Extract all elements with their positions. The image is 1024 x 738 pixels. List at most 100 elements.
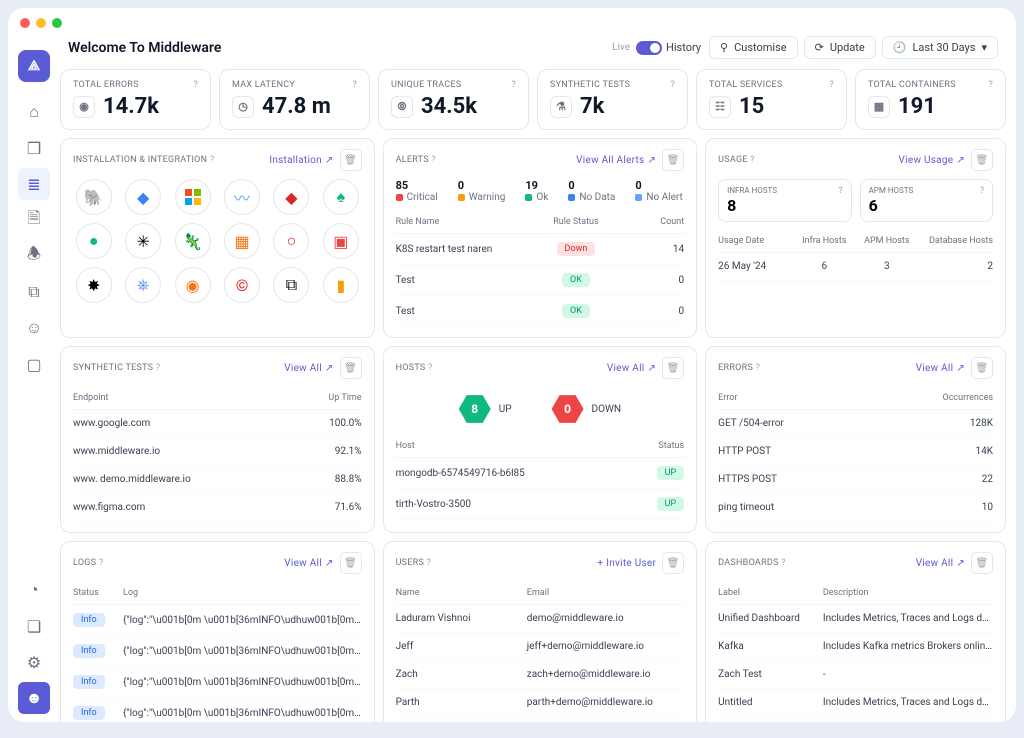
delete-button[interactable]: 🗑 — [662, 149, 684, 171]
table-row[interactable]: HTTP POST14K — [718, 438, 993, 466]
info-icon[interactable]: ? — [988, 80, 993, 90]
table-row[interactable]: Info{"log":"\u001b[0m \u001b[36mINFO\udh… — [73, 698, 362, 722]
integration-microsoft[interactable] — [175, 179, 211, 215]
home-icon[interactable]: ⌂ — [18, 96, 50, 128]
info-icon[interactable]: ? — [427, 558, 432, 568]
integration-box[interactable]: ▣ — [323, 223, 359, 259]
table-row[interactable]: Parthparth+demo@middleware.io — [396, 689, 685, 717]
delete-button[interactable]: 🗑 — [662, 357, 684, 379]
table-row[interactable]: www.google.com100.0% — [73, 410, 362, 438]
integration-flower[interactable]: ✸ — [76, 267, 112, 303]
invite-user-button[interactable]: + Invite User — [597, 558, 656, 569]
customise-button[interactable]: ⚲Customise — [709, 36, 798, 59]
delete-button[interactable]: 🗑 — [971, 357, 993, 379]
table-row[interactable]: K8S restart test narenDown14 — [396, 234, 685, 265]
integration-ubuntu[interactable]: ◉ — [175, 267, 211, 303]
integration-kubernetes[interactable]: ⎈ — [125, 267, 161, 303]
info-icon[interactable]: ? — [431, 155, 436, 165]
integration-debian[interactable]: © — [224, 267, 260, 303]
view-usage-link[interactable]: View Usage ↗ — [899, 155, 965, 166]
delete-button[interactable]: 🗑 — [971, 149, 993, 171]
maximize-icon[interactable] — [52, 18, 62, 28]
info-icon[interactable]: ? — [156, 363, 161, 373]
delete-button[interactable]: 🗑 — [340, 552, 362, 574]
minimize-icon[interactable] — [36, 18, 46, 28]
table-row[interactable]: ping timeout10 — [718, 494, 993, 522]
info-icon[interactable]: ? — [428, 363, 433, 373]
table-row[interactable]: www.figma.com71.6% — [73, 494, 362, 522]
info-icon[interactable]: ? — [193, 80, 198, 90]
view-logs-link[interactable]: View All ↗ — [284, 558, 333, 569]
info-icon[interactable]: ? — [980, 186, 984, 196]
integration-aws[interactable]: ▦ — [224, 223, 260, 259]
file-icon[interactable]: 🗎 — [18, 204, 50, 236]
table-row[interactable]: TestOK0 — [396, 296, 685, 327]
brand-logo[interactable]: ⟁ — [18, 50, 50, 82]
close-icon[interactable] — [20, 18, 30, 28]
delete-button[interactable]: 🗑 — [340, 149, 362, 171]
table-row[interactable]: Info{"log":"\u001b[0m \u001b[36mINFO\udh… — [73, 636, 362, 667]
gear-icon[interactable]: ⚙ — [18, 646, 50, 678]
table-row[interactable]: Zachzach+demo@middleware.io — [396, 661, 685, 689]
info-icon[interactable]: ? — [99, 558, 104, 568]
monitor-icon[interactable]: ▢ — [18, 348, 50, 380]
table-row[interactable]: www.middleware.io92.1% — [73, 438, 362, 466]
delete-button[interactable]: 🗑 — [662, 552, 684, 574]
robot-icon[interactable]: ☺ — [18, 312, 50, 344]
info-icon[interactable]: ? — [511, 80, 516, 90]
view-alerts-link[interactable]: View All Alerts ↗ — [576, 155, 656, 166]
info-icon[interactable]: ? — [352, 80, 357, 90]
table-row[interactable]: Unified DashboardIncludes Metrics, Trace… — [718, 605, 993, 633]
info-icon[interactable]: ? — [670, 80, 675, 90]
flow-icon[interactable]: ⧉ — [18, 276, 50, 308]
info-icon[interactable]: ? — [781, 558, 786, 568]
table-row[interactable]: Laduram Vishnoidemo@middleware.io — [396, 605, 685, 633]
info-icon[interactable]: ? — [756, 363, 761, 373]
headset-icon[interactable]: ◔ — [18, 574, 50, 606]
hosts-down-badge: 0 — [552, 393, 584, 425]
integration-amazon[interactable]: ▮ — [323, 267, 359, 303]
avatar[interactable]: ☻ — [18, 682, 50, 714]
live-toggle[interactable] — [636, 41, 662, 55]
installation-link[interactable]: Installation ↗ — [269, 155, 333, 166]
table-row[interactable]: Info{"log":"\u001b[0m \u001b[36mINFO\udh… — [73, 667, 362, 698]
integration-slack2[interactable]: ✳ — [125, 223, 161, 259]
table-row[interactable]: Zach Test- — [718, 661, 993, 689]
delete-button[interactable]: 🗑 — [340, 357, 362, 379]
update-button[interactable]: ⟳Update — [804, 36, 876, 59]
integration-mongo[interactable]: ♠ — [323, 179, 359, 215]
table-row[interactable]: GET /504-error128K — [718, 410, 993, 438]
table-row[interactable]: UntitledIncludes Metrics, Traces and Log… — [718, 689, 993, 717]
table-row[interactable]: Info{"log":"\u001b[0m \u001b[36mINFO\udh… — [73, 605, 362, 636]
integration-mysql[interactable]: 〰 — [224, 179, 260, 215]
view-errors-link[interactable]: View All ↗ — [916, 363, 965, 374]
table-row[interactable]: 26 May '24632 — [718, 253, 993, 281]
info-icon[interactable]: ? — [750, 155, 755, 165]
table-row[interactable]: www. demo.middleware.io88.8% — [73, 466, 362, 494]
table-row[interactable]: Jeffjeff+demo@middleware.io — [396, 633, 685, 661]
integration-oracle[interactable]: ○ — [273, 223, 309, 259]
table-row[interactable]: KafkaIncludes Kafka metrics Brokers onli… — [718, 633, 993, 661]
integration-nginx[interactable]: ● — [76, 223, 112, 259]
integration-slack[interactable]: ⧉ — [273, 267, 309, 303]
package-icon[interactable]: ❏ — [18, 610, 50, 642]
table-row[interactable]: HTTPS POST22 — [718, 466, 993, 494]
table-row[interactable]: TestOK0 — [396, 265, 685, 296]
table-row[interactable]: mongodb-6574549716-b6l85UP — [396, 458, 685, 489]
view-hosts-link[interactable]: View All ↗ — [607, 363, 656, 374]
integration-suse[interactable]: 🦎 — [175, 223, 211, 259]
cube-icon[interactable]: ❒ — [18, 132, 50, 164]
view-synthetic-link[interactable]: View All ↗ — [284, 363, 333, 374]
view-dashboards-link[interactable]: View All ↗ — [916, 558, 965, 569]
list-icon[interactable]: ≣ — [18, 168, 50, 200]
info-icon[interactable]: ? — [829, 80, 834, 90]
info-icon[interactable]: ? — [210, 155, 215, 165]
date-range-button[interactable]: 🕘Last 30 Days▾ — [882, 36, 998, 59]
integration-redis[interactable]: ◆ — [273, 179, 309, 215]
integration-postgres[interactable]: 🐘 — [76, 179, 112, 215]
info-icon[interactable]: ? — [838, 186, 842, 196]
bell-icon[interactable]: 🕭 — [18, 240, 50, 272]
delete-button[interactable]: 🗑 — [971, 552, 993, 574]
integration-diamond[interactable]: ◆ — [125, 179, 161, 215]
table-row[interactable]: tirth-Vostro-3500UP — [396, 489, 685, 520]
